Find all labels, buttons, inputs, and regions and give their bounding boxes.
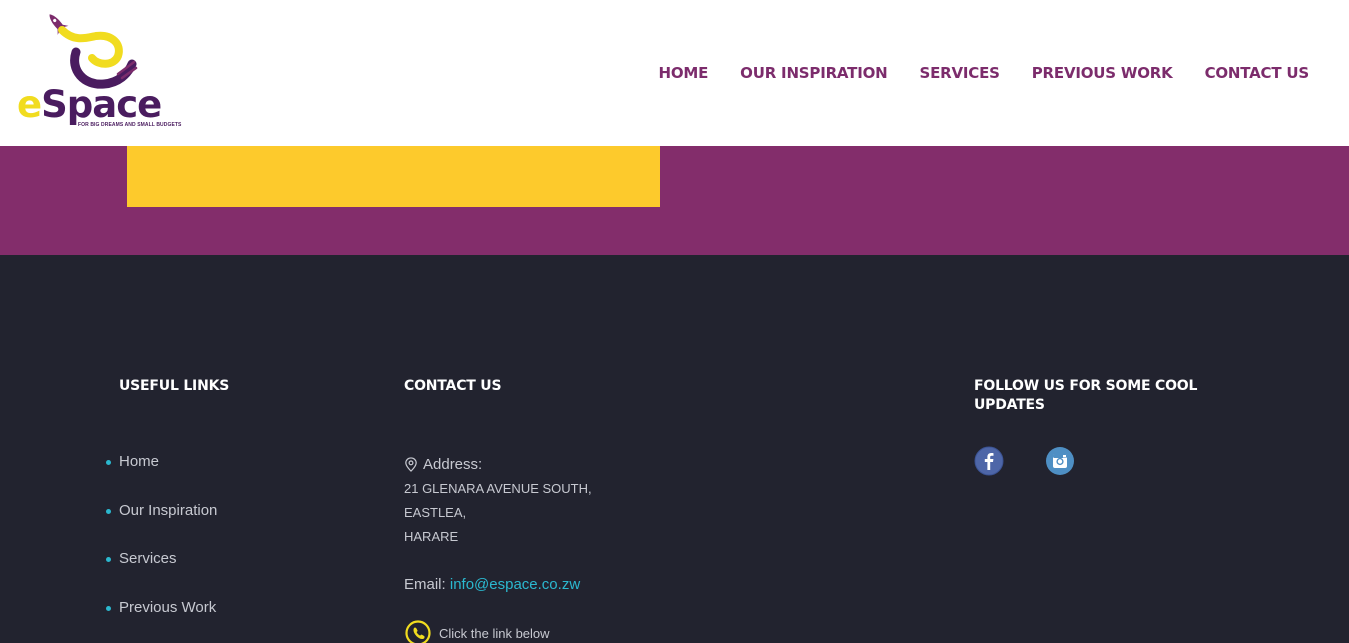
- espace-logo[interactable]: eSpace FOR BIG DREAMS AND SMALL BUDGETS: [14, 12, 184, 136]
- useful-links-list: Home Our Inspiration Services Previous W…: [104, 453, 217, 643]
- nav-contact-us[interactable]: CONTACT US: [1205, 64, 1310, 82]
- footer-link-home[interactable]: Home: [104, 453, 217, 502]
- email-row: Email: info@espace.co.zw: [404, 576, 580, 593]
- address-line: 21 GLENARA AVENUE SOUTH,: [404, 481, 592, 496]
- logo-wordmark: eSpace: [17, 83, 162, 126]
- nav-our-inspiration[interactable]: OUR INSPIRATION: [740, 64, 888, 82]
- yellow-content-box: [127, 146, 660, 207]
- follow-us-title: FOLLOW US FOR SOME COOL UPDATES: [974, 378, 1198, 413]
- contact-us-title: CONTACT US: [404, 378, 502, 394]
- footer-link-previous-work[interactable]: Previous Work: [104, 599, 217, 643]
- bullet-dot: [106, 557, 111, 563]
- instagram-icon[interactable]: [1045, 446, 1075, 476]
- email-link[interactable]: info@espace.co.zw: [450, 576, 580, 593]
- footer-link-services[interactable]: Services: [104, 550, 217, 599]
- site-header: eSpace FOR BIG DREAMS AND SMALL BUDGETS …: [0, 0, 1349, 146]
- address-line: HARARE: [404, 529, 459, 544]
- nav-home[interactable]: HOME: [658, 64, 708, 82]
- location-pin-icon: [405, 457, 417, 472]
- facebook-icon[interactable]: [974, 446, 1004, 476]
- phone-row[interactable]: Click the link below: [405, 620, 550, 643]
- phone-text: Click the link below: [439, 625, 550, 641]
- address-label: Address:: [404, 456, 482, 473]
- address-line: EASTLEA,: [404, 505, 467, 520]
- footer-link-our-inspiration[interactable]: Our Inspiration: [104, 502, 217, 551]
- nav-previous-work[interactable]: PREVIOUS WORK: [1032, 64, 1173, 82]
- logo-tagline: FOR BIG DREAMS AND SMALL BUDGETS: [78, 122, 182, 128]
- bullet-dot: [106, 460, 111, 465]
- email-label: Email:: [404, 576, 446, 593]
- useful-links-title: USEFUL LINKS: [119, 378, 230, 394]
- rocket-logo-icon: [49, 14, 138, 89]
- phone-icon: [405, 620, 431, 643]
- bullet-dot: [106, 606, 111, 612]
- purple-band: [0, 146, 1349, 255]
- site-footer: USEFUL LINKS Home Our Inspiration Servic…: [0, 255, 1349, 643]
- nav-services[interactable]: SERVICES: [920, 64, 1000, 82]
- bullet-dot: [106, 508, 111, 514]
- main-nav: HOME OUR INSPIRATION SERVICES PREVIOUS W…: [658, 64, 1309, 82]
